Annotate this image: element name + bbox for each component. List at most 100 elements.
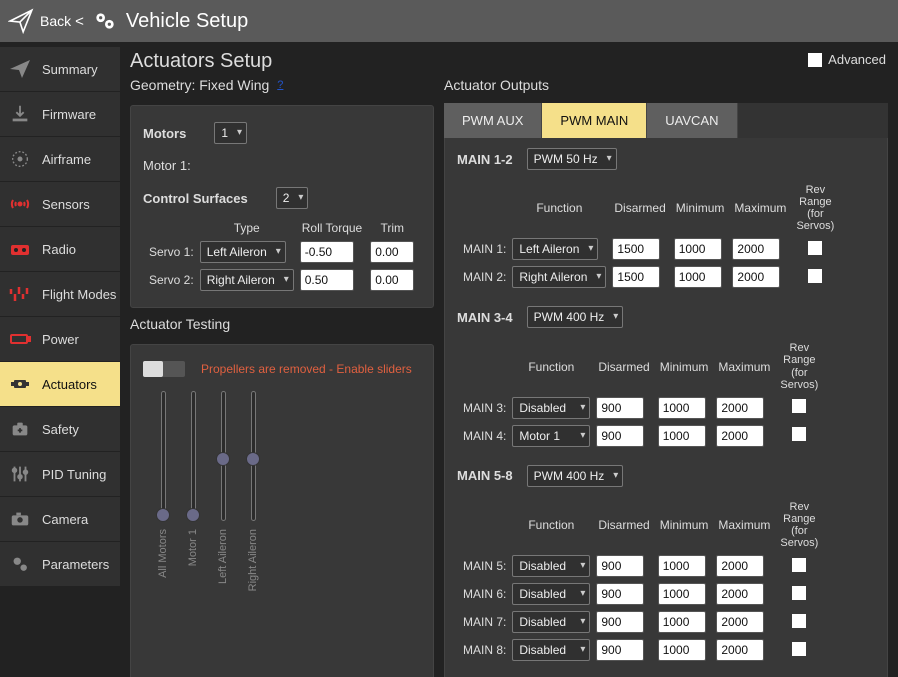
paper-plane-icon[interactable] bbox=[8, 8, 34, 34]
output-maximum-input[interactable]: 2000 bbox=[732, 238, 780, 260]
output-minimum-input[interactable]: 1000 bbox=[658, 611, 706, 633]
output-disarmed-input[interactable]: 900 bbox=[596, 583, 644, 605]
output-disarmed-input[interactable]: 1500 bbox=[612, 266, 660, 288]
output-minimum-input[interactable]: 1000 bbox=[658, 555, 706, 577]
output-disarmed-input[interactable]: 900 bbox=[596, 425, 644, 447]
output-maximum-input[interactable]: 2000 bbox=[716, 397, 764, 419]
testing-heading: Actuator Testing bbox=[130, 316, 434, 332]
output-table: FunctionDisarmedMinimumMaximumRev Range … bbox=[457, 495, 826, 667]
output-disarmed-input[interactable]: 1500 bbox=[612, 238, 660, 260]
col-rev: Rev Range (for Servos) bbox=[778, 501, 820, 549]
output-minimum-input[interactable]: 1000 bbox=[674, 238, 722, 260]
back-button[interactable]: Back bbox=[40, 13, 71, 29]
output-maximum-input[interactable]: 2000 bbox=[716, 611, 764, 633]
slider-track[interactable] bbox=[251, 391, 256, 521]
test-slider[interactable]: Right Aileron bbox=[247, 391, 259, 591]
output-row: MAIN 6: Disabled 900 1000 2000 bbox=[463, 583, 820, 605]
output-reverse-checkbox[interactable] bbox=[808, 241, 822, 255]
sidebar-item-firmware[interactable]: Firmware bbox=[0, 92, 120, 136]
output-tab-main[interactable]: PWM MAIN bbox=[542, 103, 647, 138]
output-minimum-input[interactable]: 1000 bbox=[658, 639, 706, 661]
slider-thumb[interactable] bbox=[156, 508, 170, 522]
sidebar-item-camera[interactable]: Camera bbox=[0, 497, 120, 541]
output-maximum-input[interactable]: 2000 bbox=[716, 425, 764, 447]
output-row-label: MAIN 6: bbox=[463, 583, 506, 605]
output-disarmed-input[interactable]: 900 bbox=[596, 611, 644, 633]
sidebar-item-power[interactable]: Power bbox=[0, 317, 120, 361]
output-reverse-checkbox[interactable] bbox=[792, 586, 806, 600]
sidebar-item-safety[interactable]: Safety bbox=[0, 407, 120, 451]
output-function-select[interactable]: Disabled bbox=[512, 583, 590, 605]
output-function-select[interactable]: Disabled bbox=[512, 611, 590, 633]
test-slider[interactable]: Left Aileron bbox=[217, 391, 229, 591]
output-reverse-checkbox[interactable] bbox=[792, 399, 806, 413]
output-disarmed-input[interactable]: 900 bbox=[596, 639, 644, 661]
slider-track[interactable] bbox=[161, 391, 166, 521]
output-maximum-input[interactable]: 2000 bbox=[716, 583, 764, 605]
group-rate-select[interactable]: PWM 400 Hz bbox=[527, 465, 624, 487]
output-minimum-input[interactable]: 1000 bbox=[674, 266, 722, 288]
sidebar-item-actuators[interactable]: Actuators bbox=[0, 362, 120, 406]
servo-roll-input[interactable]: 0.50 bbox=[300, 269, 354, 291]
gears-icon[interactable] bbox=[92, 8, 118, 34]
output-maximum-input[interactable]: 2000 bbox=[716, 639, 764, 661]
output-group: MAIN 3-4PWM 400 HzFunctionDisarmedMinimu… bbox=[457, 306, 875, 452]
advanced-toggle[interactable]: Advanced bbox=[808, 52, 886, 67]
servo-type-select[interactable]: Right Aileron bbox=[200, 269, 294, 291]
surfaces-count-select[interactable]: 2 bbox=[276, 187, 309, 209]
test-slider[interactable]: All Motors bbox=[157, 391, 169, 591]
output-function-select[interactable]: Left Aileron bbox=[512, 238, 598, 260]
sidebar-item-airframe[interactable]: Airframe bbox=[0, 137, 120, 181]
geometry-help-link[interactable]: ? bbox=[277, 79, 283, 91]
servo-trim-input[interactable]: 0.00 bbox=[370, 269, 414, 291]
output-reverse-checkbox[interactable] bbox=[792, 427, 806, 441]
output-function-select[interactable]: Disabled bbox=[512, 555, 590, 577]
output-minimum-input[interactable]: 1000 bbox=[658, 397, 706, 419]
sidebar-item-pid-tuning[interactable]: PID Tuning bbox=[0, 452, 120, 496]
output-row-label: MAIN 7: bbox=[463, 611, 506, 633]
output-function-select[interactable]: Disabled bbox=[512, 639, 590, 661]
output-reverse-checkbox[interactable] bbox=[792, 614, 806, 628]
slider-thumb[interactable] bbox=[186, 508, 200, 522]
enable-sliders-toggle[interactable] bbox=[143, 361, 185, 377]
output-disarmed-input[interactable]: 900 bbox=[596, 555, 644, 577]
slider-group: All Motors Motor 1 Left Aileron Right Ailer… bbox=[143, 391, 421, 591]
output-maximum-input[interactable]: 2000 bbox=[732, 266, 780, 288]
output-tab-aux[interactable]: PWM AUX bbox=[444, 103, 542, 138]
motors-count-select[interactable]: 1 bbox=[214, 122, 247, 144]
output-minimum-input[interactable]: 1000 bbox=[658, 425, 706, 447]
sidebar-item-summary[interactable]: Summary bbox=[0, 47, 120, 91]
testing-panel: Propellers are removed - Enable sliders … bbox=[130, 344, 434, 677]
slider-thumb[interactable] bbox=[216, 452, 230, 466]
test-slider[interactable]: Motor 1 bbox=[187, 391, 199, 591]
sidebar-item-sensors[interactable]: Sensors bbox=[0, 182, 120, 226]
download-icon bbox=[6, 100, 34, 128]
camera-icon bbox=[6, 505, 34, 533]
slider-track[interactable] bbox=[221, 391, 226, 521]
output-disarmed-input[interactable]: 900 bbox=[596, 397, 644, 419]
slider-thumb[interactable] bbox=[246, 452, 260, 466]
slider-label: All Motors bbox=[157, 529, 169, 578]
advanced-checkbox[interactable] bbox=[808, 53, 822, 67]
output-function-select[interactable]: Disabled bbox=[512, 397, 590, 419]
output-tab-uavcan[interactable]: UAVCAN bbox=[647, 103, 737, 138]
slider-track[interactable] bbox=[191, 391, 196, 521]
output-reverse-checkbox[interactable] bbox=[808, 269, 822, 283]
output-reverse-checkbox[interactable] bbox=[792, 558, 806, 572]
col-function: Function bbox=[512, 184, 606, 232]
servo-type-select[interactable]: Left Aileron bbox=[200, 241, 286, 263]
col-roll: Roll Torque bbox=[300, 221, 364, 235]
group-rate-select[interactable]: PWM 50 Hz bbox=[527, 148, 617, 170]
output-minimum-input[interactable]: 1000 bbox=[658, 583, 706, 605]
sidebar-item-radio[interactable]: Radio bbox=[0, 227, 120, 271]
servo-roll-input[interactable]: -0.50 bbox=[300, 241, 354, 263]
group-rate-select[interactable]: PWM 400 Hz bbox=[527, 306, 624, 328]
output-maximum-input[interactable]: 2000 bbox=[716, 555, 764, 577]
sidebar-item-parameters[interactable]: Parameters bbox=[0, 542, 120, 586]
sidebar-item-flight-modes[interactable]: Flight Modes bbox=[0, 272, 120, 316]
col-rev: Rev Range (for Servos) bbox=[794, 184, 836, 232]
servo-trim-input[interactable]: 0.00 bbox=[370, 241, 414, 263]
output-function-select[interactable]: Motor 1 bbox=[512, 425, 590, 447]
output-reverse-checkbox[interactable] bbox=[792, 642, 806, 656]
output-function-select[interactable]: Right Aileron bbox=[512, 266, 606, 288]
